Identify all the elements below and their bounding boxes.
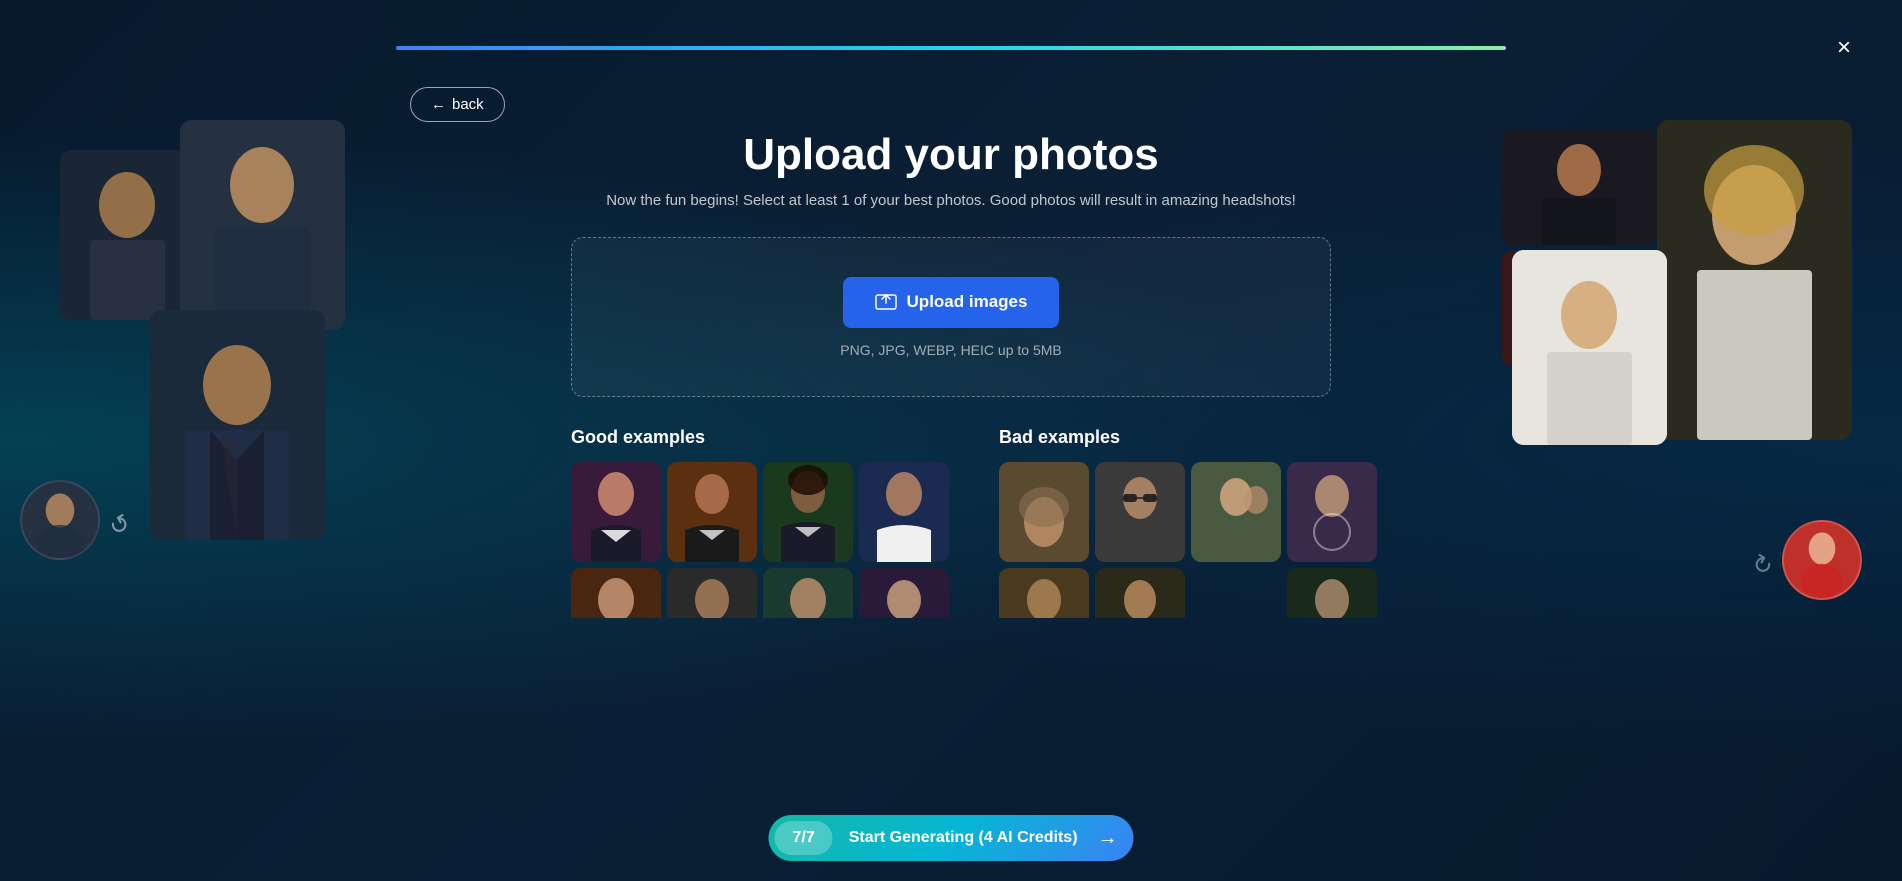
upload-images-button[interactable]: Upload images — [843, 277, 1060, 328]
bad-examples-grid — [999, 462, 1377, 562]
upload-dropzone[interactable]: Upload images PNG, JPG, WEBP, HEIC up to… — [571, 237, 1331, 397]
generate-label: Start Generating (4 AI Credits) — [839, 821, 1088, 855]
good-example-6 — [667, 568, 757, 618]
page-subtitle: Now the fun begins! Select at least 1 of… — [606, 192, 1296, 209]
bad-example-4 — [1287, 462, 1377, 562]
good-example-5 — [571, 568, 661, 618]
good-example-3 — [763, 462, 853, 562]
back-arrow-icon: ← — [431, 96, 446, 113]
progress-badge: 7/7 — [774, 821, 832, 855]
good-example-1 — [571, 462, 661, 562]
close-button[interactable]: × — [1826, 30, 1862, 66]
back-label: back — [452, 96, 484, 113]
back-button[interactable]: ← back — [410, 87, 505, 122]
good-examples-grid — [571, 462, 949, 562]
generate-bar[interactable]: 7/7 Start Generating (4 AI Credits) → — [768, 815, 1133, 861]
good-example-2 — [667, 462, 757, 562]
bad-example-1 — [999, 462, 1089, 562]
good-example-4 — [859, 462, 949, 562]
upload-hint: PNG, JPG, WEBP, HEIC up to 5MB — [840, 342, 1061, 358]
page-title: Upload your photos — [743, 130, 1159, 180]
upload-button-label: Upload images — [907, 292, 1028, 312]
examples-section: Good examples — [571, 427, 1331, 618]
generate-arrow-icon: → — [1088, 827, 1128, 850]
bad-examples-group: Bad examples — [999, 427, 1377, 618]
bad-example-2 — [1095, 462, 1185, 562]
progress-bar — [396, 46, 1506, 50]
good-examples-group: Good examples — [571, 427, 949, 618]
bad-example-3 — [1191, 462, 1281, 562]
bad-example-6 — [1095, 568, 1185, 618]
good-example-7 — [763, 568, 853, 618]
good-example-8 — [859, 568, 949, 618]
main-content: Upload your photos Now the fun begins! S… — [0, 0, 1902, 881]
good-examples-row2 — [571, 568, 949, 618]
bad-example-7 — [1287, 568, 1377, 618]
upload-icon — [875, 290, 897, 315]
good-examples-title: Good examples — [571, 427, 949, 448]
bad-example-5 — [999, 568, 1089, 618]
bad-examples-title: Bad examples — [999, 427, 1377, 448]
bad-examples-row2 — [999, 568, 1377, 618]
